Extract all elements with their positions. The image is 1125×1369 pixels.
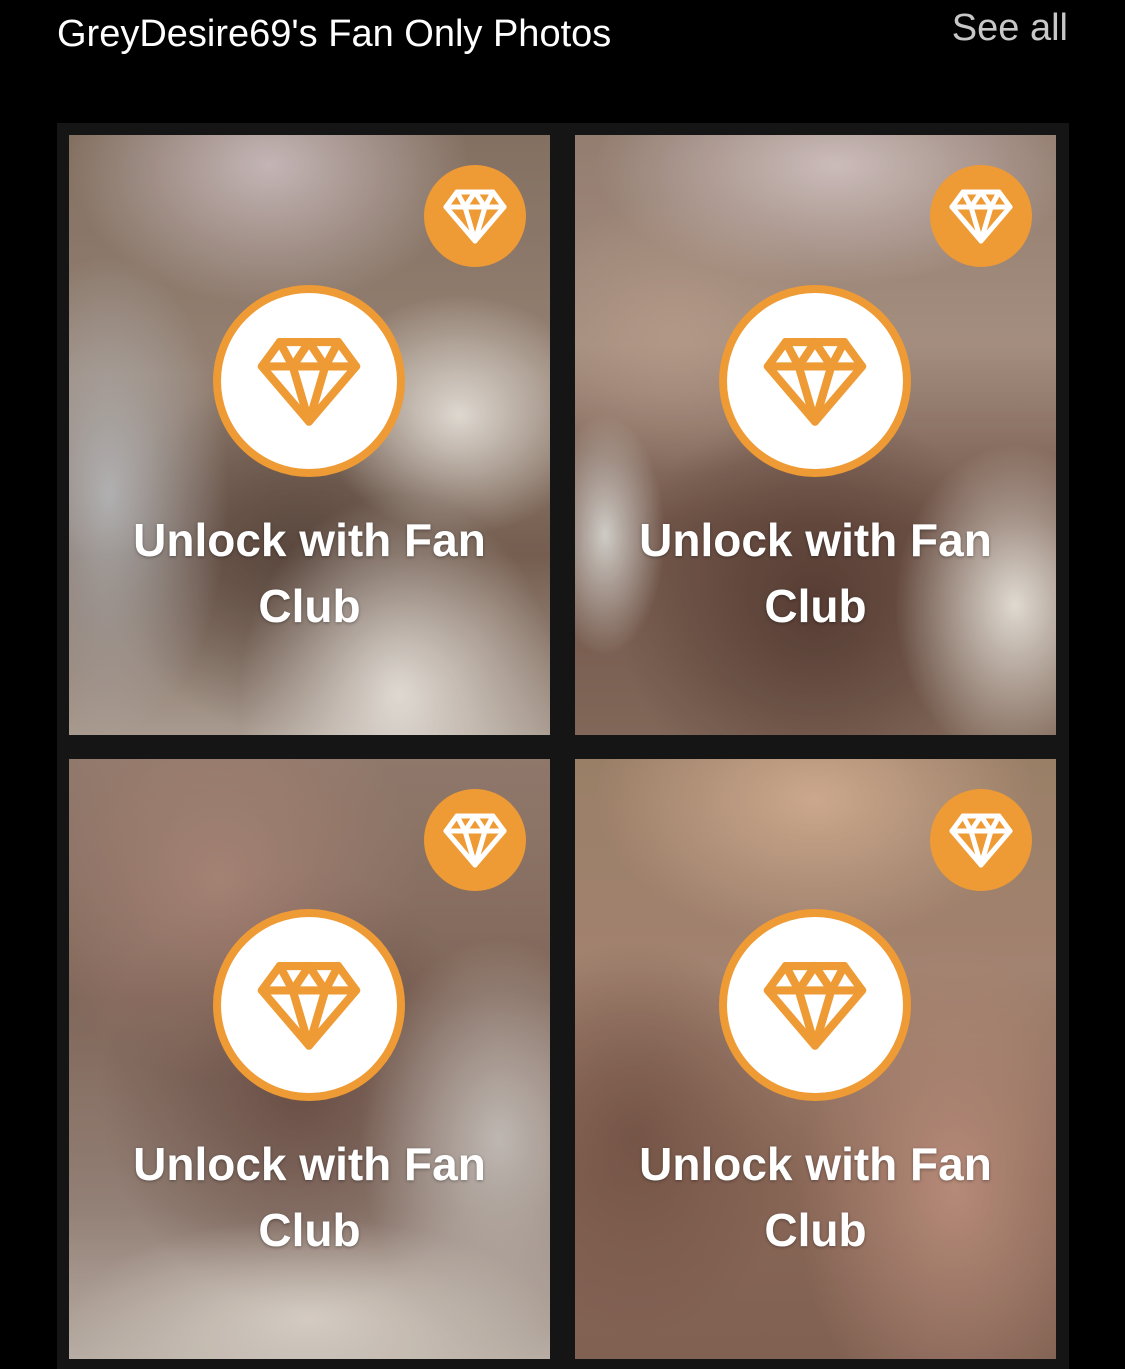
diamond-icon	[763, 337, 867, 426]
diamond-icon	[443, 813, 507, 868]
photo-grid: Unlock with Fan Club Unlock with Fan Clu…	[57, 123, 1069, 1369]
unlock-button[interactable]	[213, 909, 405, 1101]
diamond-icon	[257, 961, 361, 1050]
unlock-label: Unlock with Fan Club	[639, 514, 992, 632]
fan-club-badge	[930, 789, 1032, 891]
diamond-icon	[257, 337, 361, 426]
diamond-icon	[443, 189, 507, 244]
fan-club-badge	[424, 789, 526, 891]
unlock-label: Unlock with Fan Club	[639, 1138, 992, 1256]
see-all-link[interactable]: See all	[952, 4, 1068, 52]
unlock-label: Unlock with Fan Club	[133, 1138, 486, 1256]
fan-club-badge	[930, 165, 1032, 267]
locked-photo-tile[interactable]: Unlock with Fan Club	[575, 759, 1056, 1359]
unlock-button[interactable]	[719, 909, 911, 1101]
fan-club-badge	[424, 165, 526, 267]
locked-photo-tile[interactable]: Unlock with Fan Club	[69, 135, 550, 735]
diamond-icon	[949, 189, 1013, 244]
diamond-icon	[763, 961, 867, 1050]
unlock-button[interactable]	[719, 285, 911, 477]
unlock-label: Unlock with Fan Club	[133, 514, 486, 632]
section-header: GreyDesire69's Fan Only Photos See all	[0, 0, 1125, 90]
locked-photo-tile[interactable]: Unlock with Fan Club	[575, 135, 1056, 735]
diamond-icon	[949, 813, 1013, 868]
locked-photo-tile[interactable]: Unlock with Fan Club	[69, 759, 550, 1359]
fan-photos-page: GreyDesire69's Fan Only Photos See all U…	[0, 0, 1125, 1369]
unlock-button[interactable]	[213, 285, 405, 477]
section-title: GreyDesire69's Fan Only Photos	[57, 13, 612, 55]
